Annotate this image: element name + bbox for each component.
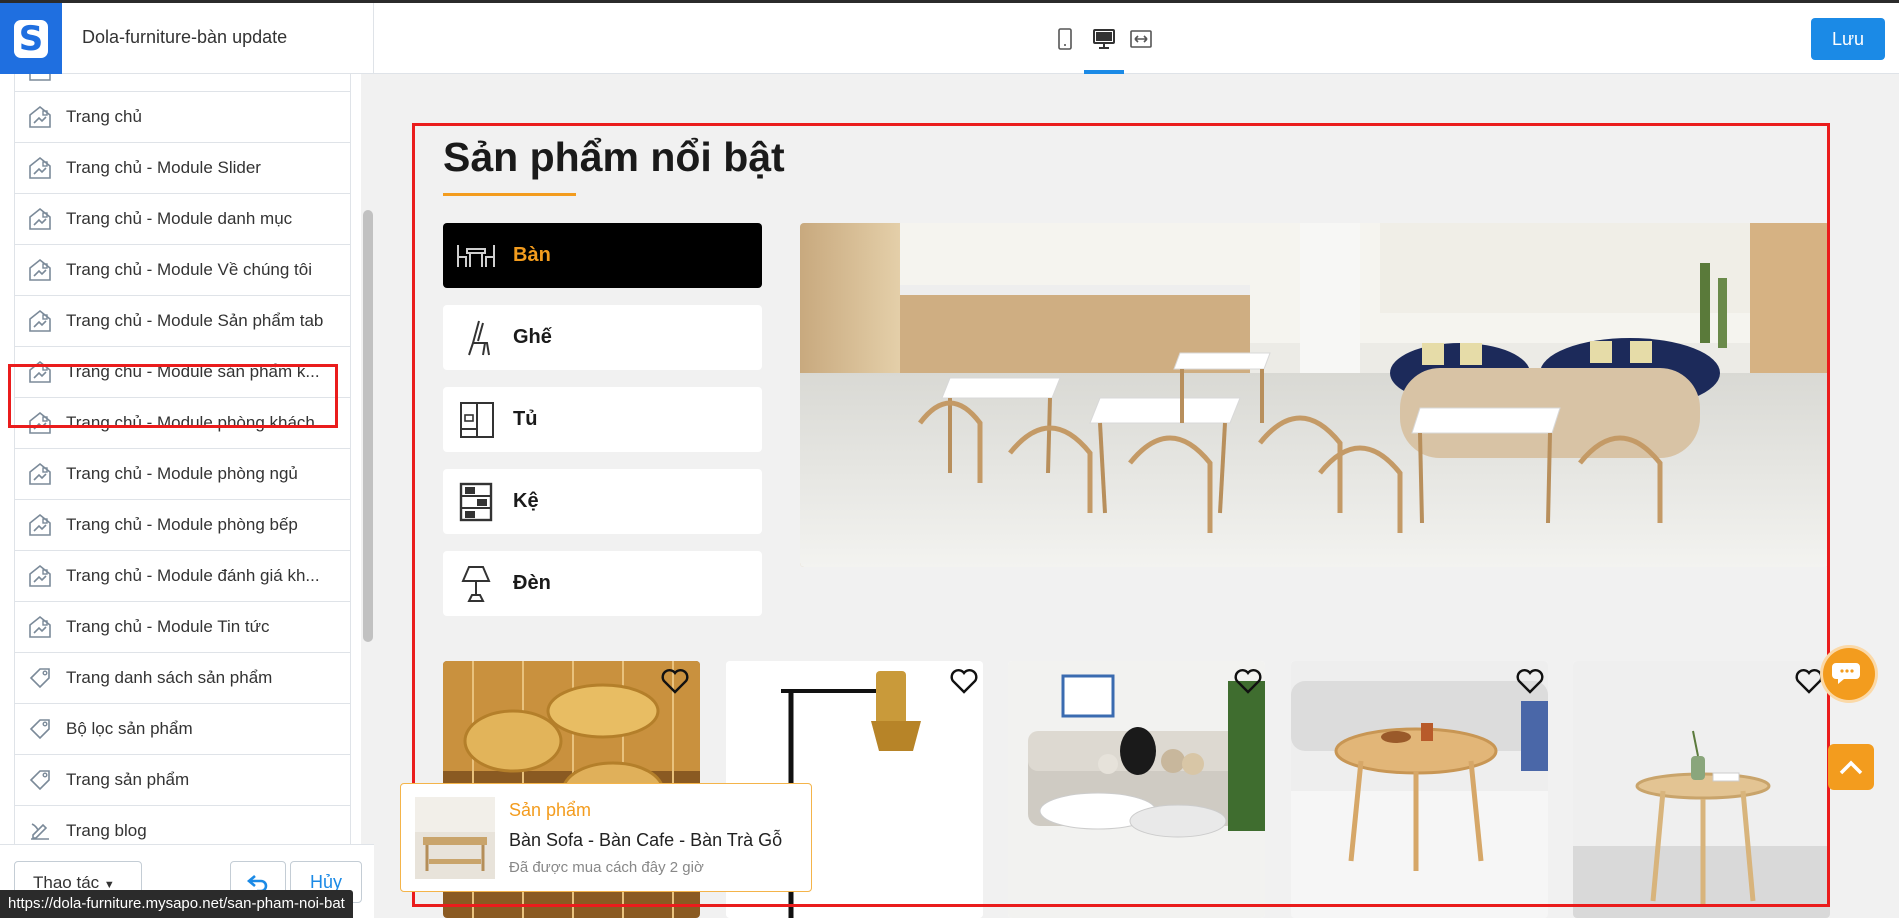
layout-icon xyxy=(29,564,51,587)
mobile-view-button[interactable] xyxy=(1045,21,1085,57)
sidebar-item[interactable]: Trang chủ - Module đánh giá kh... xyxy=(15,551,350,602)
sidebar-item[interactable]: Trang chủ - Module Về chúng tôi xyxy=(15,245,350,296)
sidebar-item[interactable]: Trang chủ - Module Slider xyxy=(15,143,350,194)
layout-icon xyxy=(29,207,51,230)
sidebar-item-label: Trang blog xyxy=(66,821,147,840)
fullwidth-icon xyxy=(1130,30,1152,48)
layout-icon xyxy=(29,309,51,332)
popup-product-name[interactable]: Bàn Sofa - Bàn Cafe - Bàn Trà Gỗ xyxy=(509,830,782,851)
sidebar-item-label: Trang chủ - Module phòng ngủ xyxy=(66,464,298,483)
desktop-view-button[interactable] xyxy=(1084,21,1124,74)
status-url: https://dola-furniture.mysapo.net/san-ph… xyxy=(0,890,353,918)
sidebar-item[interactable]: Trang blog xyxy=(15,806,350,844)
layout-icon xyxy=(29,258,51,281)
blog-icon xyxy=(31,823,49,840)
sapo-logo[interactable]: S xyxy=(0,3,62,74)
sidebar-item-label: Trang chủ xyxy=(66,107,142,126)
sidebar-item-label: Bộ lọc sản phẩm xyxy=(66,719,193,738)
theme-title: Dola-furniture-bàn update xyxy=(82,27,288,47)
sidebar-item[interactable]: Trang chủ - Module phòng ngủ xyxy=(15,449,350,500)
sidebar-item[interactable]: Trang chủ - Module danh mục xyxy=(15,194,350,245)
sidebar-item[interactable]: Trang chủ xyxy=(15,92,350,143)
sidebar-item-label: Trang danh sách sản phẩm xyxy=(66,668,273,687)
top-bar: S Dola-furniture-bàn update Lưu xyxy=(0,0,1899,74)
sidebar: Trang chủ Trang chủ - Module Slider Trang … xyxy=(0,74,374,918)
layout-icon xyxy=(29,462,51,485)
sidebar-item-partial[interactable] xyxy=(15,74,350,92)
sidebar-item[interactable]: Trang chủ - Module phòng bếp xyxy=(15,500,350,551)
sidebar-item-label: Trang chủ - Module phòng bếp xyxy=(66,515,298,534)
tag-icon xyxy=(29,719,50,740)
sidebar-item[interactable]: Trang chủ - Module Tin tức xyxy=(15,602,350,653)
layout-icon xyxy=(29,615,51,638)
popup-category: Sản phẩm xyxy=(509,800,592,820)
save-button[interactable]: Lưu xyxy=(1811,18,1885,60)
fullwidth-view-button[interactable] xyxy=(1121,21,1161,57)
popup-product-thumbnail xyxy=(415,797,495,879)
tag-icon xyxy=(29,770,50,791)
chat-button[interactable] xyxy=(1823,648,1875,700)
template-list: Trang chủ Trang chủ - Module Slider Trang … xyxy=(14,74,351,844)
sidebar-item-label: Trang chủ - Module Slider xyxy=(66,158,261,177)
sidebar-item[interactable]: Trang chủ - Module Sản phẩm tab xyxy=(15,296,350,347)
layout-icon xyxy=(29,74,51,81)
layout-icon xyxy=(29,513,51,536)
mobile-icon xyxy=(1058,28,1072,50)
layout-icon xyxy=(29,156,51,179)
annotation-highlight-sidebar xyxy=(8,364,338,428)
sidebar-item-label: Trang sản phẩm xyxy=(66,770,190,789)
chat-icon xyxy=(1832,663,1860,684)
sidebar-item-label: Trang chủ - Module Tin tức xyxy=(66,617,270,636)
chevron-up-icon xyxy=(1839,760,1863,775)
recent-purchase-popup[interactable]: Sản phẩm Bàn Sofa - Bàn Cafe - Bàn Trà G… xyxy=(400,783,812,892)
popup-time: Đã được mua cách đây 2 giờ xyxy=(509,859,704,876)
sidebar-scroll-thumb[interactable] xyxy=(363,210,373,642)
sidebar-item-label: Trang chủ - Module đánh giá kh... xyxy=(66,566,320,585)
sidebar-item-label: Trang chủ - Module danh mục xyxy=(66,209,293,228)
desktop-icon xyxy=(1093,29,1115,49)
sidebar-item[interactable]: Bộ lọc sản phẩm xyxy=(15,704,350,755)
sidebar-item[interactable]: Trang sản phẩm xyxy=(15,755,350,806)
layout-icon xyxy=(29,105,51,128)
sidebar-item-label: Trang chủ - Module Về chúng tôi xyxy=(66,260,313,279)
back-to-top-button[interactable] xyxy=(1828,744,1874,790)
sidebar-item[interactable]: Trang danh sách sản phẩm xyxy=(15,653,350,704)
sidebar-item-label: Trang chủ - Module Sản phẩm tab xyxy=(66,311,324,330)
tag-icon xyxy=(29,668,50,689)
